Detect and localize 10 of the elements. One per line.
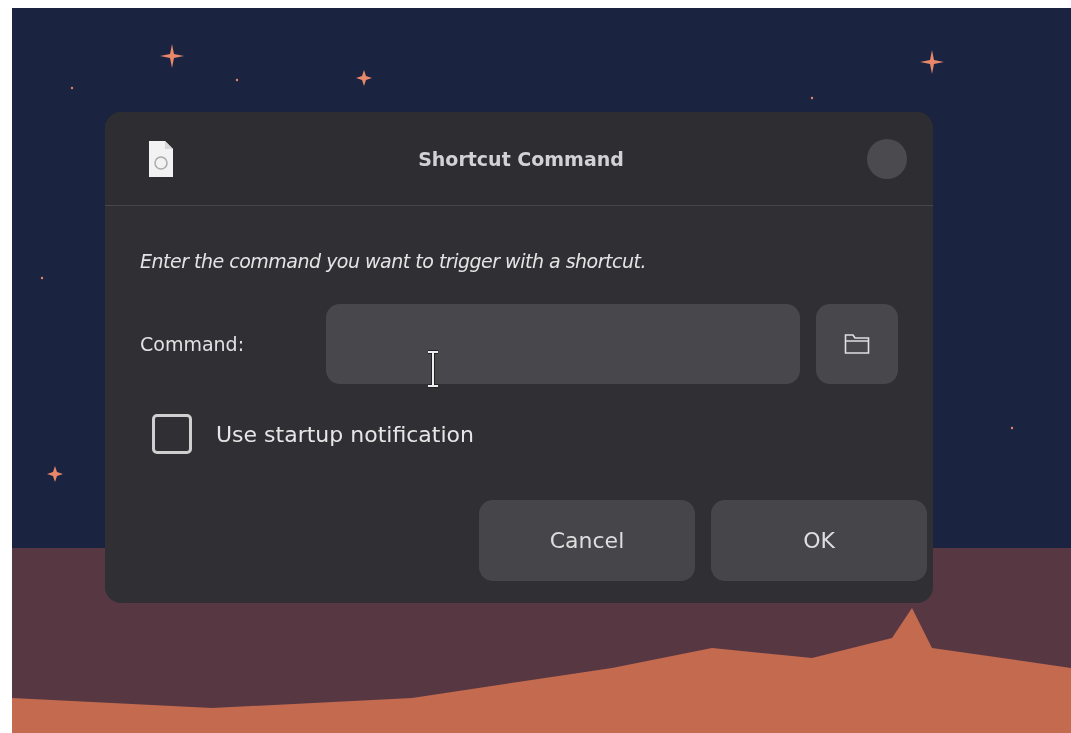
folder-icon — [844, 333, 870, 355]
window-title: Shortcut Command — [417, 147, 625, 170]
checkbox-label: Use startup notification — [216, 421, 474, 447]
command-label: Command: — [140, 333, 246, 355]
text-cursor-icon — [426, 350, 440, 388]
dialog-button[interactable]: Cancel — [479, 500, 695, 581]
browse-button[interactable] — [816, 304, 898, 384]
checkbox[interactable] — [152, 414, 192, 454]
dialog-button[interactable]: OK — [711, 500, 927, 581]
description-text: Enter the command you want to trigger with a shortcut. — [140, 250, 647, 272]
